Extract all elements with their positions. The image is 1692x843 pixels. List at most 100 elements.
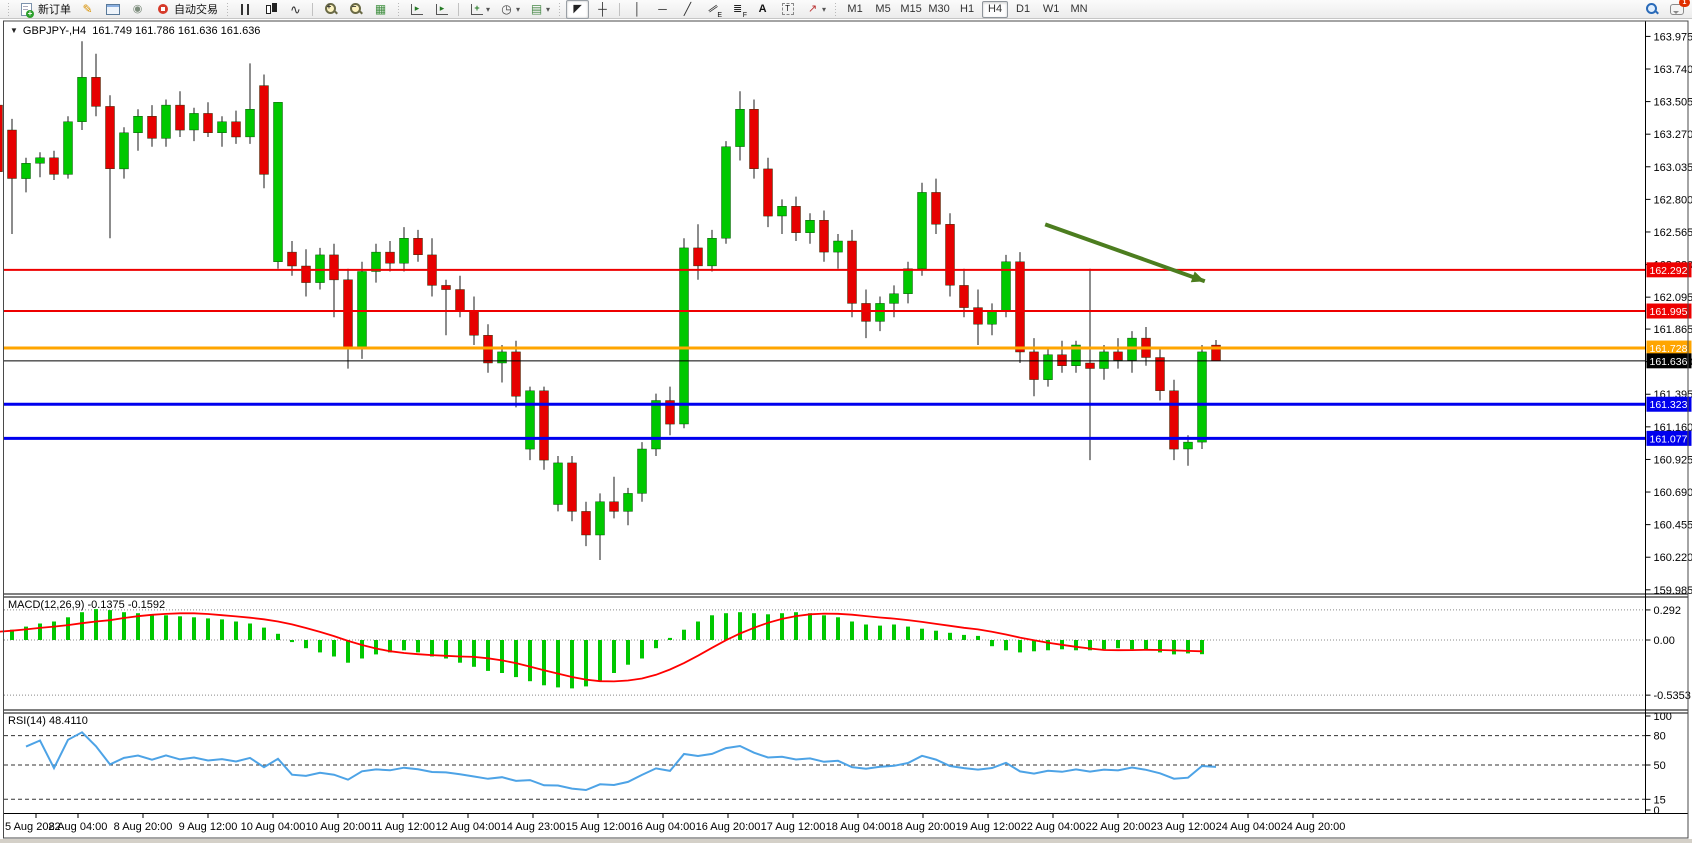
trendline-button[interactable]: ╱	[676, 0, 699, 19]
zoom-in-icon-glyph: +	[324, 2, 338, 16]
templates-icon: ▤	[528, 2, 545, 17]
candle	[1058, 355, 1067, 366]
chart-canvas[interactable]: 163.975163.740163.505163.270163.035162.8…	[0, 20, 1692, 843]
timeframe-M30[interactable]: M30	[926, 1, 952, 18]
price-axis-label: 163.505	[1654, 97, 1692, 109]
zoom-out-icon-glyph: −	[349, 2, 363, 16]
candle	[218, 122, 227, 133]
crosshair-button[interactable]: ┼	[591, 0, 614, 19]
candle	[946, 224, 955, 285]
new-chart-button[interactable]	[101, 0, 124, 19]
search-button[interactable]	[1640, 0, 1663, 19]
candle	[694, 248, 703, 266]
rsi-axis-label: 80	[1654, 731, 1666, 743]
candle	[232, 122, 241, 137]
new-order-button[interactable]: +新订单	[15, 0, 74, 19]
timeframe-H4[interactable]: H4	[982, 1, 1008, 18]
timeframe-MN[interactable]: MN	[1066, 1, 1092, 18]
candle	[526, 391, 535, 449]
chevron-down-icon[interactable]: ▾	[516, 5, 520, 14]
line-chart-icon: ∿	[287, 2, 304, 17]
fibonacci-icon: ≣F	[729, 2, 746, 17]
toolbar-grip	[557, 3, 562, 16]
templates-button[interactable]: ▤▾	[525, 0, 553, 19]
label-icon: T	[779, 2, 796, 17]
notifications-button[interactable]: 1	[1665, 0, 1688, 19]
time-axis-label: 8 Aug 20:00	[114, 821, 173, 833]
price-axis-label: 163.975	[1654, 31, 1692, 43]
time-axis-label: 18 Aug 20:00	[891, 821, 956, 833]
text-button[interactable]: A	[751, 0, 774, 19]
rsi-axis-label: 0	[1654, 805, 1660, 817]
candle	[22, 163, 31, 178]
rsi-indicator-label: RSI(14) 48.4110	[8, 715, 88, 727]
candle	[204, 113, 213, 132]
candle	[274, 102, 283, 261]
trend-arrow-head[interactable]	[1191, 272, 1205, 283]
chevron-down-icon[interactable]: ▾	[822, 5, 826, 14]
hline-icon: ─	[654, 2, 671, 17]
candle	[1044, 355, 1053, 380]
candlestick-chart-button[interactable]	[259, 0, 282, 19]
timeframe-M5[interactable]: M5	[870, 1, 896, 18]
fibonacci-button[interactable]: ≣F	[726, 0, 749, 19]
candle	[778, 206, 787, 216]
cursor-button[interactable]: ◤	[566, 0, 589, 19]
search-icon	[1643, 2, 1660, 17]
candle	[246, 109, 255, 137]
trend-arrow[interactable]	[1045, 224, 1205, 281]
rsi-axis-label: 50	[1654, 760, 1666, 772]
candle	[36, 158, 45, 164]
toolbar-separator	[458, 3, 460, 16]
time-axis-label: 17 Aug 12:00	[761, 821, 826, 833]
chart-shift-icon: ▸	[408, 2, 425, 17]
candle	[8, 130, 17, 179]
price-axis-label: 160.455	[1654, 520, 1692, 532]
candle	[876, 303, 885, 321]
periods-button[interactable]: ◷▾	[495, 0, 523, 19]
signals-button[interactable]: ◉	[126, 0, 149, 19]
tile-windows-button[interactable]: ▦	[369, 0, 392, 19]
candle	[78, 77, 87, 121]
time-axis-label: 11 Aug 12:00	[371, 821, 435, 833]
bar-chart-button[interactable]	[234, 0, 257, 19]
auto-trading-button[interactable]: 自动交易	[151, 0, 221, 19]
chevron-down-icon[interactable]: ▾	[486, 5, 490, 14]
vertical-line-button[interactable]: │	[626, 0, 649, 19]
styler-button[interactable]: ✎	[76, 0, 99, 19]
arrows-button[interactable]: ↗▾	[801, 0, 829, 19]
candle	[0, 105, 3, 172]
candle	[302, 266, 311, 283]
text-label-button[interactable]: T	[776, 0, 799, 19]
price-axis-label: 162.095	[1654, 292, 1692, 304]
horizontal-line-button[interactable]: ─	[651, 0, 674, 19]
candle	[190, 113, 199, 130]
timeframe-H1[interactable]: H1	[954, 1, 980, 18]
candle	[834, 241, 843, 252]
timeframe-W1[interactable]: W1	[1038, 1, 1064, 18]
indicators-icon: +	[468, 2, 485, 17]
chart-shift-button[interactable]: ▸	[405, 0, 428, 19]
indicators-button[interactable]: +▾	[465, 0, 493, 19]
auto-scroll-button[interactable]: ▸	[430, 0, 453, 19]
candle	[596, 502, 605, 535]
zoom-out-button[interactable]: −	[344, 0, 367, 19]
rsi-line	[26, 732, 1216, 790]
timeframe-M1[interactable]: M1	[842, 1, 868, 18]
candle	[610, 502, 619, 512]
line-chart-button[interactable]: ∿	[284, 0, 307, 19]
time-axis-label: 19 Aug 12:00	[956, 821, 1021, 833]
candle	[106, 106, 115, 168]
time-axis-label: 10 Aug 04:00	[241, 821, 306, 833]
timeframe-D1[interactable]: D1	[1010, 1, 1036, 18]
candle	[1156, 358, 1165, 391]
timeframe-M15[interactable]: M15	[898, 1, 924, 18]
candle	[176, 105, 185, 130]
toolbar-grip	[833, 3, 838, 16]
zoom-out-icon: −	[347, 2, 364, 17]
channel-e: E	[717, 12, 722, 19]
zoom-in-button[interactable]: +	[319, 0, 342, 19]
chevron-down-icon[interactable]: ▾	[546, 5, 550, 14]
chart-collapse-icon[interactable]: ▼	[10, 26, 18, 35]
equidistant-channel-button[interactable]: ∥E	[701, 0, 724, 19]
